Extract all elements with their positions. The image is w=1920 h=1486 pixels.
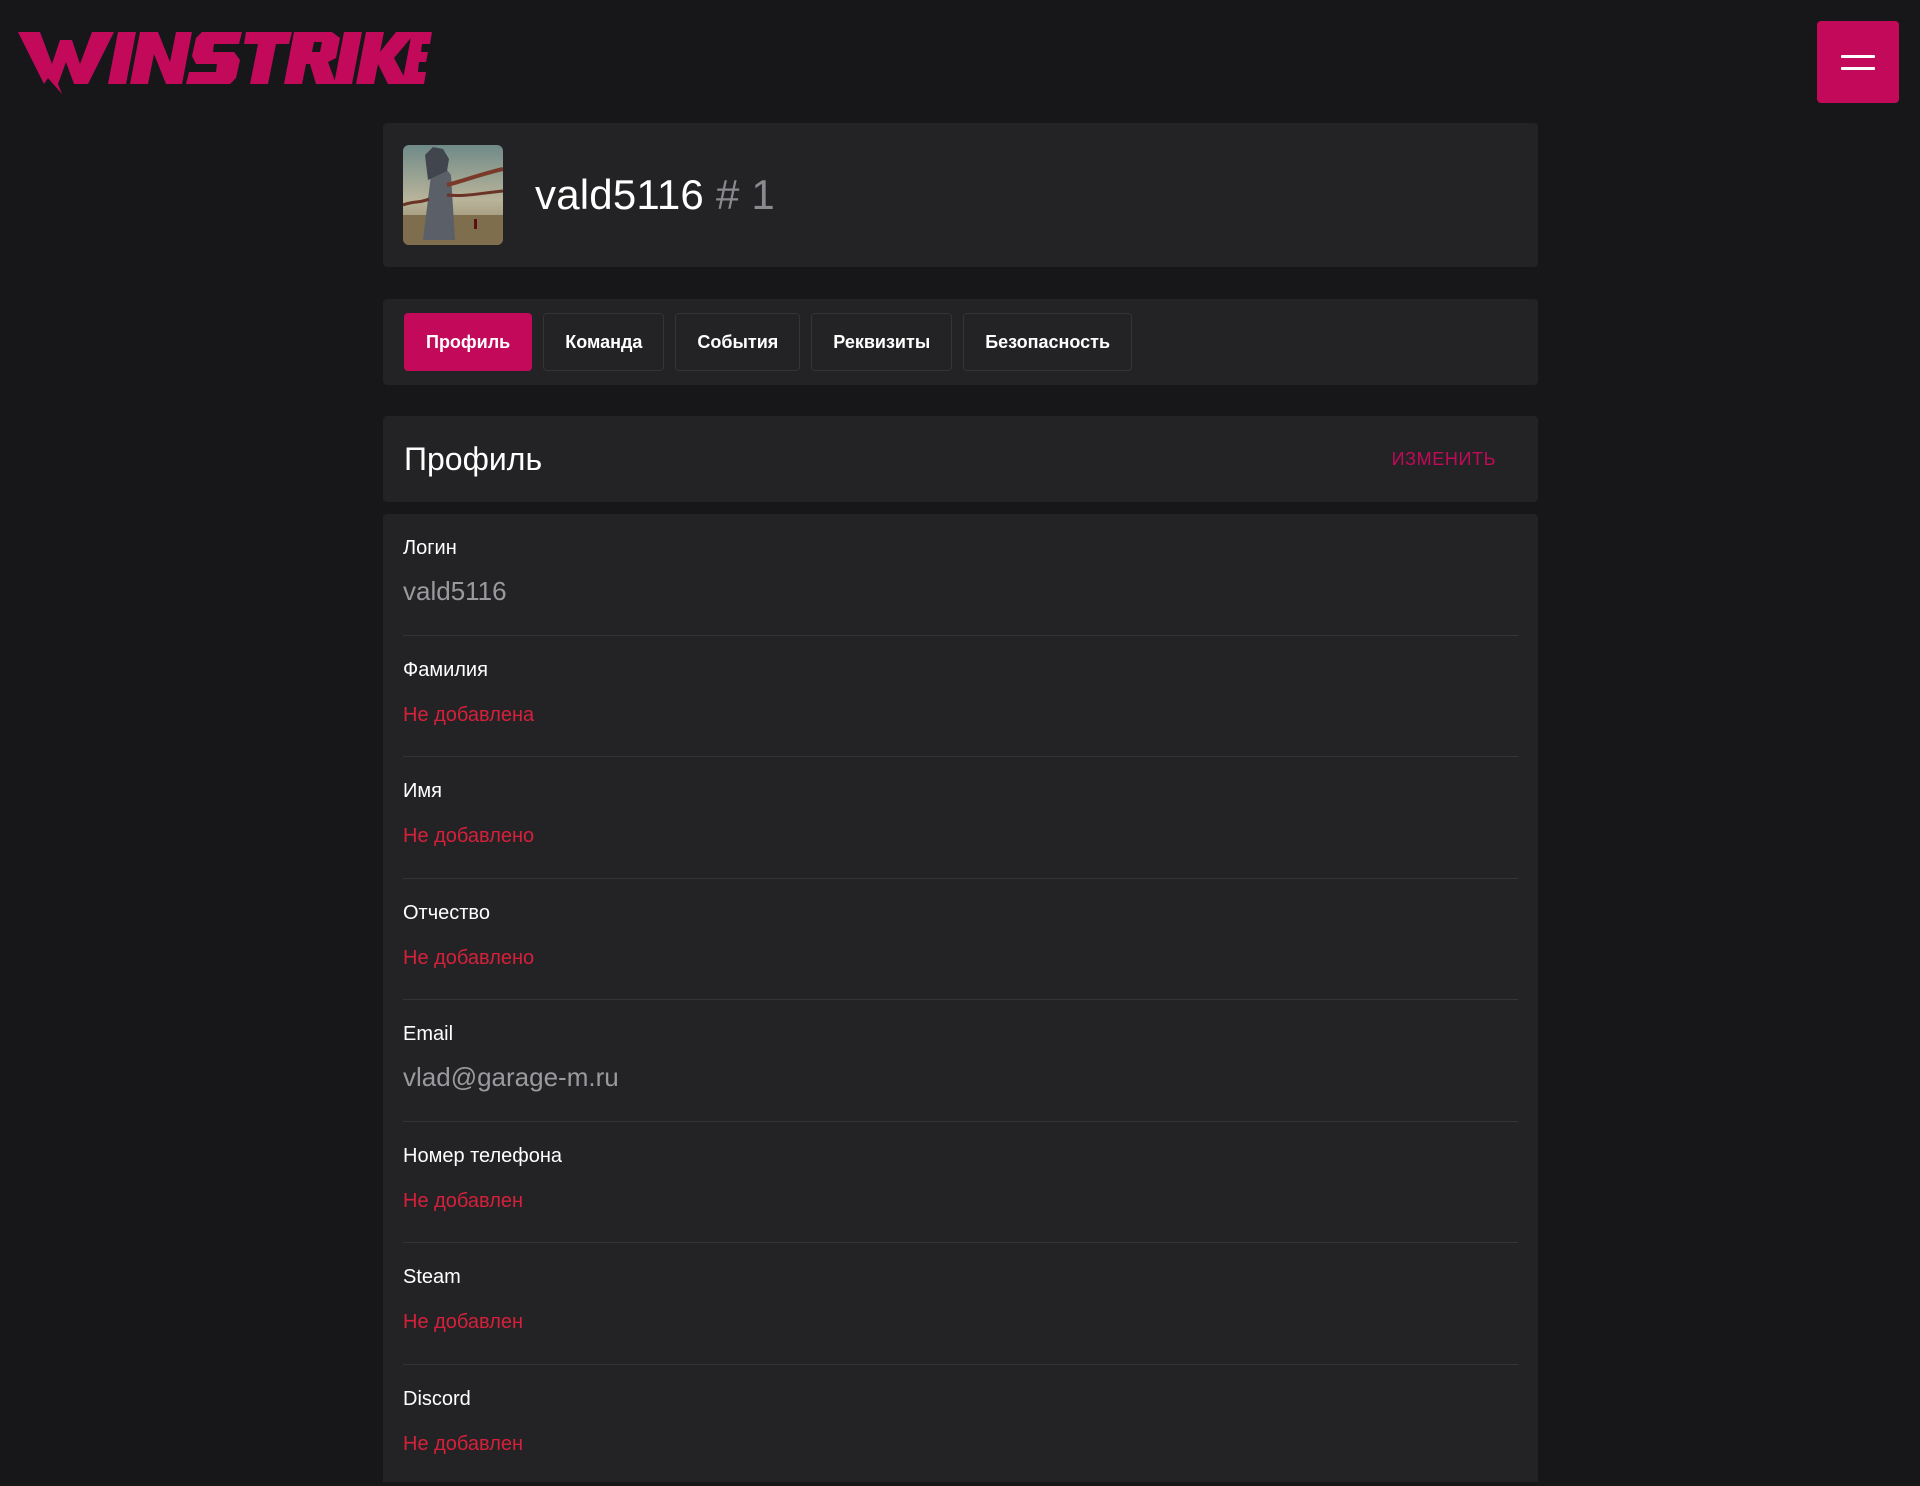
field-label: Логин <box>403 534 1518 562</box>
menu-button[interactable] <box>1817 21 1899 103</box>
username: vald5116 <box>535 171 704 218</box>
field-label: Имя <box>403 777 1518 805</box>
field-label: Номер телефона <box>403 1142 1518 1170</box>
field-label: Discord <box>403 1385 1518 1413</box>
field-discord: Discord Не добавлен <box>403 1365 1518 1486</box>
field-label: Отчество <box>403 899 1518 927</box>
tab-events[interactable]: События <box>675 313 800 371</box>
field-steam: Steam Не добавлен <box>403 1243 1518 1365</box>
edit-button[interactable]: Изменить <box>1392 449 1496 470</box>
field-value: vlad@garage-m.ru <box>403 1062 1518 1092</box>
field-label: Фамилия <box>403 656 1518 684</box>
section-title: Профиль <box>404 441 542 478</box>
hamburger-line-icon <box>1841 55 1875 58</box>
field-first-name: Имя Не добавлено <box>403 757 1518 879</box>
field-value-empty: Не добавлена <box>403 700 1518 730</box>
user-id-hash: # 1 <box>716 171 775 218</box>
user-card: vald5116 # 1 <box>383 123 1538 267</box>
field-last-name: Фамилия Не добавлена <box>403 636 1518 758</box>
hamburger-line-icon <box>1841 67 1875 70</box>
field-phone: Номер телефона Не добавлен <box>403 1122 1518 1244</box>
tab-security[interactable]: Безопасность <box>963 313 1132 371</box>
field-label: Steam <box>403 1263 1518 1291</box>
site-header <box>0 0 1920 120</box>
field-login: Логин vald5116 <box>403 514 1518 636</box>
field-value: vald5116 <box>403 576 1518 606</box>
tab-requisites[interactable]: Реквизиты <box>811 313 952 371</box>
tab-team[interactable]: Команда <box>543 313 664 371</box>
avatar[interactable] <box>403 145 503 245</box>
profile-section-header: Профиль Изменить <box>383 416 1538 502</box>
username-heading: vald5116 # 1 <box>535 171 775 219</box>
field-label: Email <box>403 1020 1518 1048</box>
field-value-empty: Не добавлен <box>403 1307 1518 1337</box>
winstrike-logo[interactable] <box>18 26 432 94</box>
field-value-empty: Не добавлен <box>403 1186 1518 1216</box>
field-patronymic: Отчество Не добавлено <box>403 879 1518 1001</box>
profile-tabs: Профиль Команда События Реквизиты Безопа… <box>383 299 1538 385</box>
field-value-empty: Не добавлено <box>403 943 1518 973</box>
field-value-empty: Не добавлен <box>403 1429 1518 1459</box>
profile-fields: Логин vald5116 Фамилия Не добавлена Имя … <box>383 514 1538 1482</box>
field-value-empty: Не добавлено <box>403 821 1518 851</box>
tab-profile[interactable]: Профиль <box>404 313 532 371</box>
field-email: Email vlad@garage-m.ru <box>403 1000 1518 1122</box>
